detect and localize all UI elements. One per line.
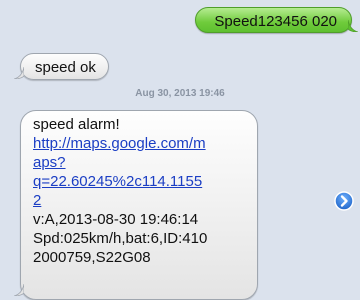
map-link-line-1[interactable]: http://maps.google.com/m xyxy=(33,134,249,153)
received-bubble-tail xyxy=(14,67,24,79)
alarm-message-bubble[interactable]: speed alarm! http://maps.google.com/m ap… xyxy=(20,110,258,300)
alarm-validity-date: v:A,2013-08-30 19:46:14 xyxy=(33,211,199,228)
received-message-bubble[interactable]: speed ok xyxy=(20,53,109,80)
map-link-line-3[interactable]: q=22.60245%2c114.1155 xyxy=(33,172,249,191)
alarm-device-id: 2000759,S22G08 xyxy=(33,249,151,266)
alarm-bubble-tail xyxy=(14,284,24,296)
alarm-speed-battery-id: Spd:025km/h,bat:6,ID:410 xyxy=(33,230,208,247)
map-link-line-2[interactable]: aps? xyxy=(33,153,249,172)
alarm-title: speed alarm! xyxy=(33,116,120,133)
received-message-text: speed ok xyxy=(35,59,96,76)
sent-message-text: Speed123456 020 xyxy=(214,13,337,30)
map-link-line-4[interactable]: 2 xyxy=(33,191,249,210)
sent-bubble-tail xyxy=(348,20,358,32)
chevron-right-circle-icon[interactable] xyxy=(334,191,354,211)
sent-message-bubble[interactable]: Speed123456 020 xyxy=(195,7,352,33)
message-thread: Speed123456 020 speed ok Aug 30, 2013 19… xyxy=(0,0,360,300)
message-timestamp: Aug 30, 2013 19:46 xyxy=(135,88,225,99)
